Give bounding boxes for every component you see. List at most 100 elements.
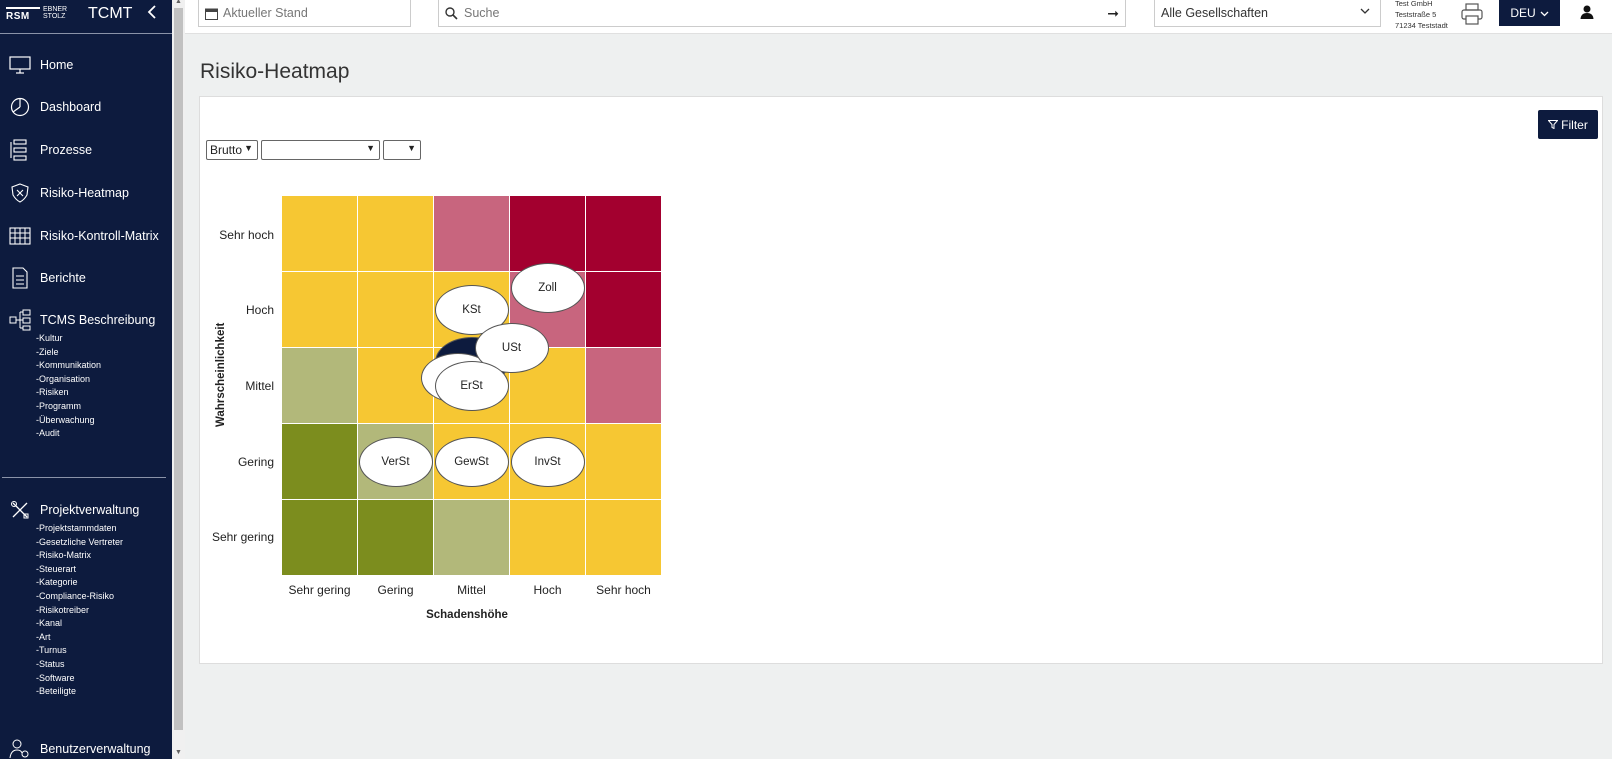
mode-select[interactable]: Brutto ▼ (206, 140, 258, 160)
page-title: Risiko-Heatmap (200, 60, 350, 83)
pie-chart-icon (0, 92, 40, 122)
sub-item-status[interactable]: -Status (36, 658, 123, 672)
sub-item-ueberwachung[interactable]: -Überwachung (36, 414, 101, 428)
sub-item-software[interactable]: -Software (36, 672, 123, 686)
y-axis-label: Wahrscheinlichkeit (215, 322, 227, 427)
row-label: Hoch (245, 303, 274, 317)
heatmap-cell[interactable] (358, 272, 433, 347)
sidebar-item-label: Home (40, 58, 74, 72)
hierarchy-icon (0, 305, 40, 335)
sub-item-risiken[interactable]: -Risiken (36, 386, 101, 400)
mode-select-value: Brutto (210, 143, 243, 157)
language-value: DEU (1510, 6, 1536, 20)
chevron-down-icon: ▼ (244, 143, 253, 153)
scroll-down-icon[interactable]: ▼ (175, 749, 182, 756)
column-label: Sehr hoch (596, 583, 651, 597)
row-label: Sehr hoch (219, 228, 274, 242)
sub-item-turnus[interactable]: -Turnus (36, 644, 123, 658)
sub-item-gesetzliche-vertreter[interactable]: -Gesetzliche Vertreter (36, 536, 123, 550)
heatmap-cell[interactable] (586, 348, 661, 423)
heatmap-cell[interactable] (282, 272, 357, 347)
sub-item-projektstammdaten[interactable]: -Projektstammdaten (36, 522, 123, 536)
collapse-sidebar-icon[interactable] (146, 3, 158, 26)
heatmap-cell[interactable] (586, 500, 661, 575)
search-submit-arrow-icon[interactable]: ➞ (1107, 5, 1119, 22)
filter-button[interactable]: Filter (1538, 110, 1598, 139)
sidebar-item-risiko-heatmap[interactable]: Risiko-Heatmap (0, 178, 172, 208)
sidebar-item-prozesse[interactable]: Prozesse (0, 135, 172, 165)
sub-item-risikotreiber[interactable]: -Risikotreiber (36, 604, 123, 618)
heatmap-cell[interactable] (586, 424, 661, 499)
sidebar-scrollbar[interactable]: ▲ ▼ (172, 0, 185, 759)
sub-item-steuerart[interactable]: -Steuerart (36, 563, 123, 577)
company-info: Test GmbH Teststraße 5 71234 Teststadt (1395, 0, 1448, 30)
sidebar-item-label: Prozesse (40, 143, 93, 157)
monitor-icon (0, 50, 40, 80)
secondary-select[interactable]: ▼ (261, 140, 380, 160)
sidebar-item-dashboard[interactable]: Dashboard (0, 92, 172, 122)
sub-item-programm[interactable]: -Programm (36, 400, 101, 414)
company-select[interactable]: Alle Gesellschaften (1154, 0, 1381, 27)
column-label: Gering (377, 583, 414, 597)
x-axis-label: Schadenshöhe (426, 609, 508, 621)
sidebar-item-label: Benutzerverwaltung (40, 742, 151, 756)
sub-item-beteiligte[interactable]: -Beteiligte (36, 685, 123, 699)
scroll-up-icon[interactable]: ▲ (175, 0, 182, 5)
heatmap-cell[interactable] (434, 500, 509, 575)
sidebar-item-label: Berichte (40, 271, 86, 285)
sub-item-organisation[interactable]: -Organisation (36, 373, 101, 387)
tcms-sub-list: -Kultur -Ziele -Kommunikation -Organisat… (36, 332, 101, 441)
projekt-sub-list: -Projektstammdaten -Gesetzliche Vertrete… (36, 522, 123, 699)
document-icon (0, 263, 40, 293)
sub-item-compliance-risiko[interactable]: -Compliance-Risiko (36, 590, 123, 604)
risk-bubble-invst[interactable]: InvSt (510, 436, 585, 487)
heatmap-cell[interactable] (358, 196, 433, 271)
sidebar-item-projektverwaltung[interactable]: Projektverwaltung (0, 495, 172, 525)
sub-item-kultur[interactable]: -Kultur (36, 332, 101, 346)
scrollbar-thumb[interactable] (174, 8, 183, 730)
column-label: Mittel (457, 583, 486, 597)
sub-item-ziele[interactable]: -Ziele (36, 346, 101, 360)
language-select[interactable]: DEU (1499, 0, 1560, 26)
sidebar-item-berichte[interactable]: Berichte (0, 263, 172, 293)
sidebar-item-tcms-beschreibung[interactable]: TCMS Beschreibung (0, 305, 172, 335)
risk-bubble-erst[interactable]: ErSt (434, 360, 509, 411)
risk-heatmap: Zoll KSt USt ErSt VerSt GewSt InvSt (282, 196, 661, 575)
sidebar-item-home[interactable]: Home (0, 50, 172, 80)
heatmap-cell[interactable] (586, 196, 661, 271)
sub-item-kategorie[interactable]: -Kategorie (36, 576, 123, 590)
sub-item-art[interactable]: -Art (36, 631, 123, 645)
sidebar-item-risiko-kontroll-matrix[interactable]: Risiko-Kontroll-Matrix (0, 221, 172, 251)
heatmap-cell[interactable] (282, 196, 357, 271)
tools-icon (0, 495, 40, 525)
heatmap-cell[interactable] (282, 348, 357, 423)
search-placeholder: Suche (464, 6, 500, 20)
sub-item-risiko-matrix[interactable]: -Risiko-Matrix (36, 549, 123, 563)
printer-icon[interactable] (1461, 3, 1483, 25)
heatmap-cell[interactable] (434, 196, 509, 271)
heatmap-cell[interactable] (358, 500, 433, 575)
chevron-down-icon (1360, 6, 1370, 18)
app-title: TCMT (88, 5, 133, 22)
search-icon (445, 6, 458, 20)
filter-label: Filter (1561, 117, 1588, 132)
sub-item-kanal[interactable]: -Kanal (36, 617, 123, 631)
sub-item-audit[interactable]: -Audit (36, 427, 101, 441)
sidebar-item-benutzerverwaltung[interactable]: Benutzerverwaltung (0, 734, 172, 759)
risk-bubble-zoll[interactable]: Zoll (510, 262, 585, 313)
user-icon[interactable] (1579, 4, 1597, 22)
heatmap-cell[interactable] (510, 500, 585, 575)
chevron-down-icon (1540, 10, 1549, 17)
sub-item-kommunikation[interactable]: -Kommunikation (36, 359, 101, 373)
heatmap-cell[interactable] (282, 500, 357, 575)
tertiary-select[interactable]: ▼ (383, 140, 421, 160)
heatmap-cell[interactable] (586, 272, 661, 347)
heatmap-cell[interactable] (282, 424, 357, 499)
stand-date-field[interactable]: Aktueller Stand (198, 0, 411, 27)
risk-bubble-verst[interactable]: VerSt (358, 436, 433, 487)
heatmap-cell[interactable] (510, 196, 585, 271)
risk-bubble-gewst[interactable]: GewSt (434, 436, 509, 487)
sidebar-item-label: TCMS Beschreibung (40, 313, 156, 327)
users-gear-icon (0, 734, 40, 759)
search-input[interactable]: Suche ➞ (438, 0, 1126, 27)
